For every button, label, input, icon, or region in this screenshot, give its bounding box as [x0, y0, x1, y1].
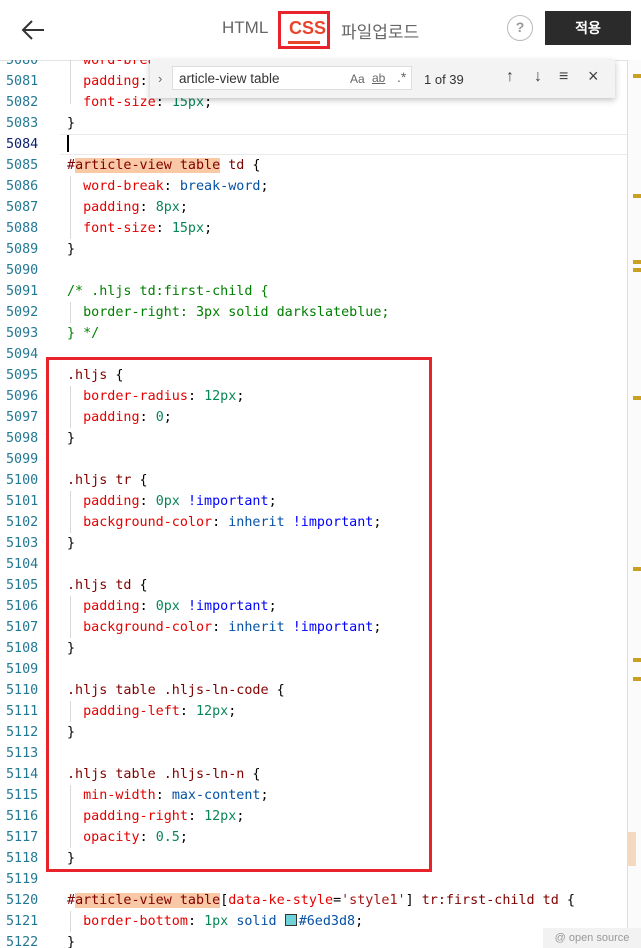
- back-arrow-icon[interactable]: [18, 14, 50, 46]
- tab-file-upload[interactable]: 파일업로드: [341, 18, 419, 43]
- scrollbar-thumb[interactable]: [628, 832, 636, 866]
- match-case-button[interactable]: Aa: [350, 72, 365, 86]
- next-match-arrow-icon[interactable]: ↓: [534, 68, 542, 86]
- tab-css[interactable]: CSS: [289, 18, 326, 39]
- find-in-selection-icon[interactable]: ≡: [559, 68, 568, 86]
- code-line: 5089}: [6, 242, 76, 257]
- previous-match-arrow-icon[interactable]: ↑: [506, 68, 514, 86]
- find-match-marker: [633, 567, 641, 571]
- code-line: 5119: [6, 872, 39, 887]
- code-line: 5087 padding: 8px;: [6, 200, 188, 215]
- code-line: 5092 border-right: 3px solid darkslatebl…: [6, 305, 390, 320]
- code-line: 5093} */: [6, 326, 100, 341]
- watermark: @ open source: [543, 928, 641, 948]
- editor-header: HTML CSS 파일업로드 ? 적용: [0, 0, 641, 61]
- code-line: 5088 font-size: 15px;: [6, 221, 213, 236]
- annotation-highlight-box: [46, 357, 432, 872]
- code-line: 5084: [6, 137, 39, 152]
- find-widget: › article-view table Aa ab .* 1 of 39 ↑ …: [150, 60, 615, 98]
- close-find-icon[interactable]: ×: [588, 66, 599, 87]
- find-query-text: article-view table: [179, 71, 280, 86]
- help-icon[interactable]: ?: [507, 15, 533, 41]
- find-match-marker: [633, 194, 641, 198]
- use-regex-button[interactable]: .*: [397, 69, 406, 85]
- find-match-marker: [633, 268, 641, 272]
- code-line: 5085 #article-view table td {: [6, 158, 261, 173]
- color-swatch[interactable]: [284, 914, 297, 926]
- code-line: 5090: [6, 263, 39, 278]
- active-tab-underline: [288, 41, 320, 44]
- code-line: 5091/* .hljs td:first-child {: [6, 284, 269, 299]
- code-line: 5083}: [6, 116, 76, 131]
- find-match-marker: [633, 396, 641, 400]
- code-line: 5120 #article-view table[data-ke-style='s…: [6, 893, 575, 908]
- tab-html[interactable]: HTML: [222, 18, 268, 38]
- find-match-marker: [633, 74, 641, 78]
- toggle-replace-chevron-icon[interactable]: ›: [158, 71, 162, 86]
- match-count: 1 of 39: [424, 72, 464, 87]
- find-match-marker: [633, 677, 641, 681]
- apply-button[interactable]: 적용: [545, 11, 631, 45]
- code-line: 5086 word-break: break-word;: [6, 179, 269, 194]
- find-match-marker: [633, 260, 641, 264]
- match-whole-word-button[interactable]: ab: [372, 71, 385, 85]
- find-match-marker: [633, 658, 641, 662]
